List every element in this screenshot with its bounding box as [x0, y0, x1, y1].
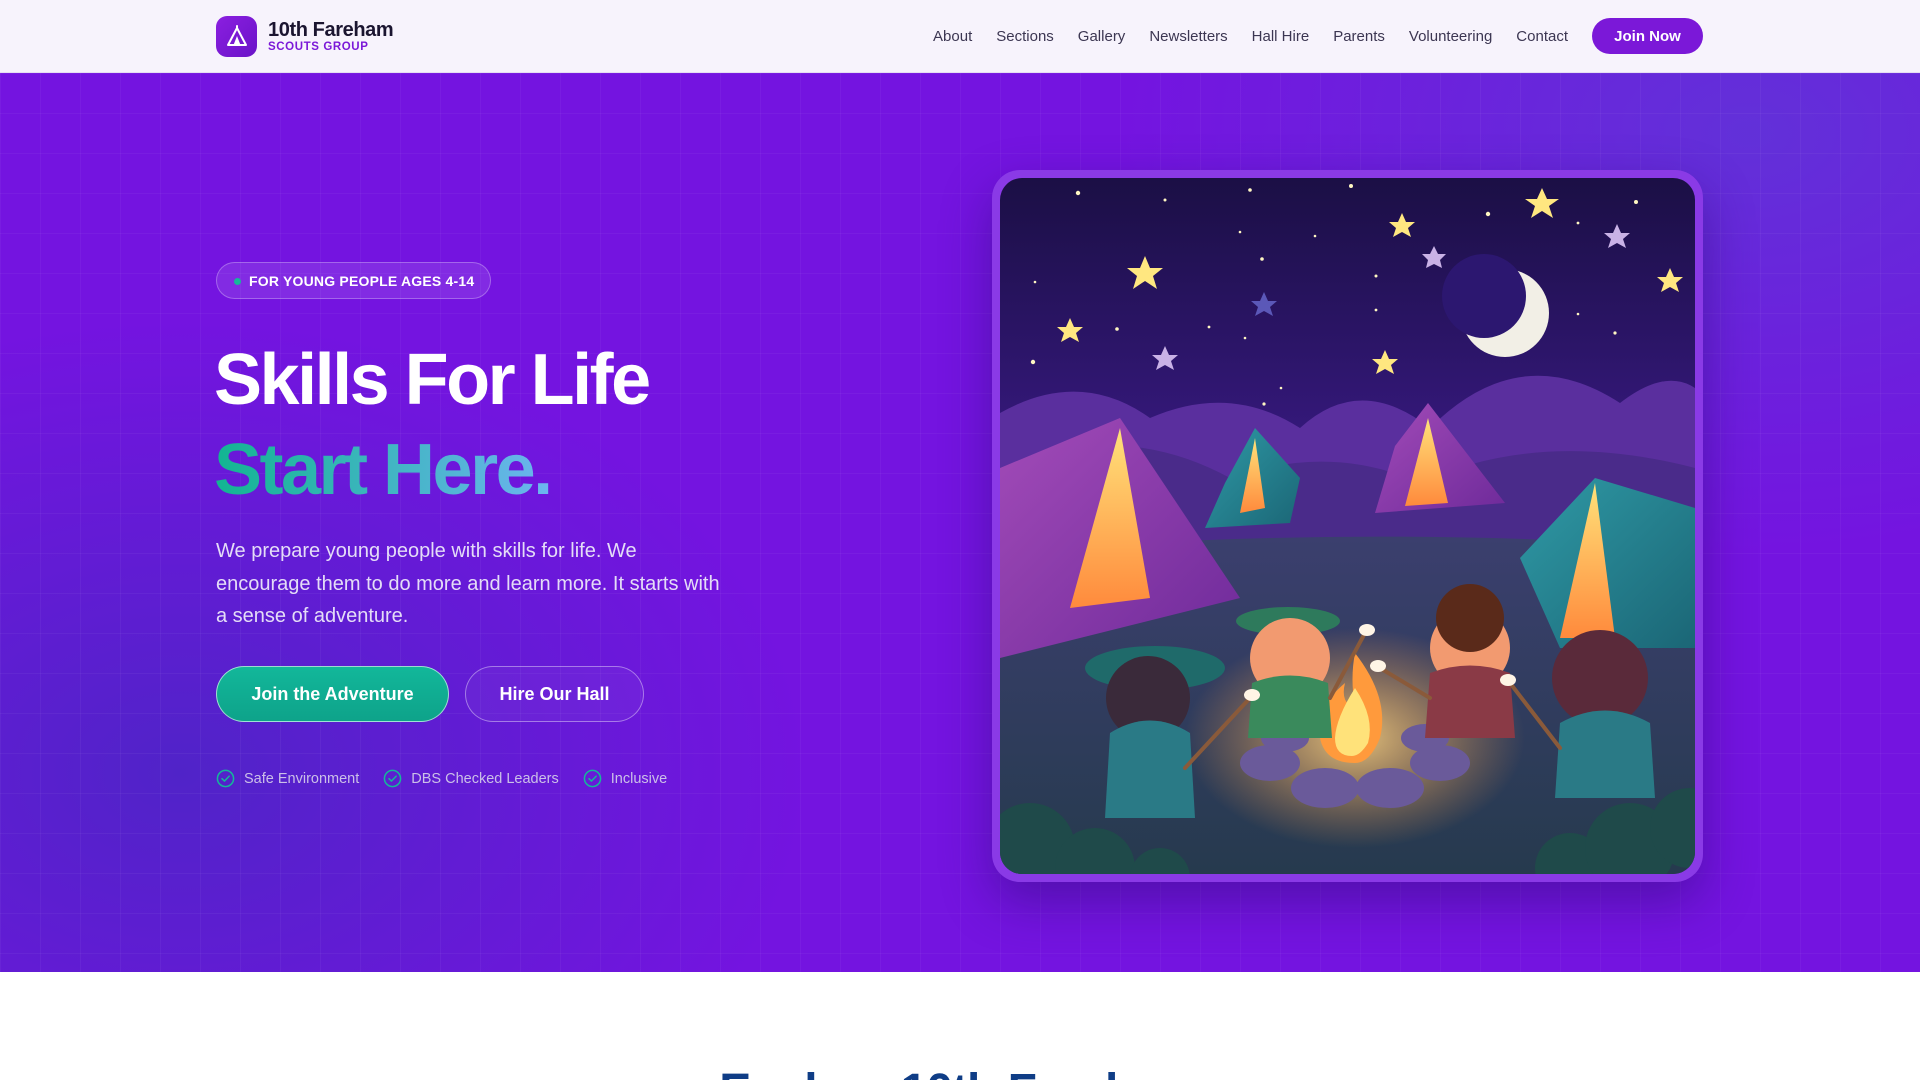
check-circle-icon	[216, 769, 235, 788]
nav-about[interactable]: About	[933, 28, 972, 45]
hero-headline-accent: Start Here.	[214, 425, 553, 515]
trust-label: Safe Environment	[244, 770, 360, 787]
age-badge-label: FOR YOUNG PEOPLE AGES 4-14	[249, 272, 475, 289]
tent-logo-icon	[216, 16, 257, 57]
check-circle-icon	[383, 769, 402, 788]
nav-hall-hire[interactable]: Hall Hire	[1252, 28, 1310, 45]
join-adventure-button[interactable]: Join the Adventure	[216, 666, 449, 722]
site-logo[interactable]: 10th Fareham SCOUTS GROUP	[216, 16, 394, 57]
brand-name: 10th Fareham	[268, 19, 394, 41]
nav-parents[interactable]: Parents	[1333, 28, 1385, 45]
explore-section-heading: Explore 10th Fareham	[0, 1064, 1920, 1080]
hero-section: FOR YOUNG PEOPLE AGES 4-14 Skills For Li…	[0, 73, 1920, 972]
main-nav: About Sections Gallery Newsletters Hall …	[933, 0, 1568, 73]
nav-contact[interactable]: Contact	[1516, 28, 1568, 45]
trust-item: Inclusive	[583, 769, 667, 788]
trust-label: DBS Checked Leaders	[411, 770, 559, 787]
nav-volunteering[interactable]: Volunteering	[1409, 28, 1492, 45]
brand-subtitle: SCOUTS GROUP	[268, 41, 369, 53]
join-now-button[interactable]: Join Now	[1592, 18, 1703, 54]
hero-illustration-frame	[992, 170, 1703, 882]
check-circle-icon	[583, 769, 602, 788]
campfire-scouts-illustration	[1000, 178, 1695, 874]
nav-sections[interactable]: Sections	[996, 28, 1054, 45]
site-header: 10th Fareham SCOUTS GROUP About Sections…	[0, 0, 1920, 73]
trust-item: DBS Checked Leaders	[383, 769, 559, 788]
nav-gallery[interactable]: Gallery	[1078, 28, 1126, 45]
trust-indicators: Safe Environment DBS Checked Leaders Inc…	[216, 769, 691, 788]
trust-item: Safe Environment	[216, 769, 359, 788]
badge-dot-icon	[234, 278, 241, 285]
nav-newsletters[interactable]: Newsletters	[1149, 28, 1227, 45]
trust-label: Inclusive	[610, 770, 668, 787]
age-badge: FOR YOUNG PEOPLE AGES 4-14	[216, 262, 492, 299]
hero-lead-text: We prepare young people with skills for …	[216, 540, 720, 627]
hire-hall-button[interactable]: Hire Our Hall	[465, 666, 644, 722]
hero-headline: Skills For Life	[214, 340, 651, 420]
